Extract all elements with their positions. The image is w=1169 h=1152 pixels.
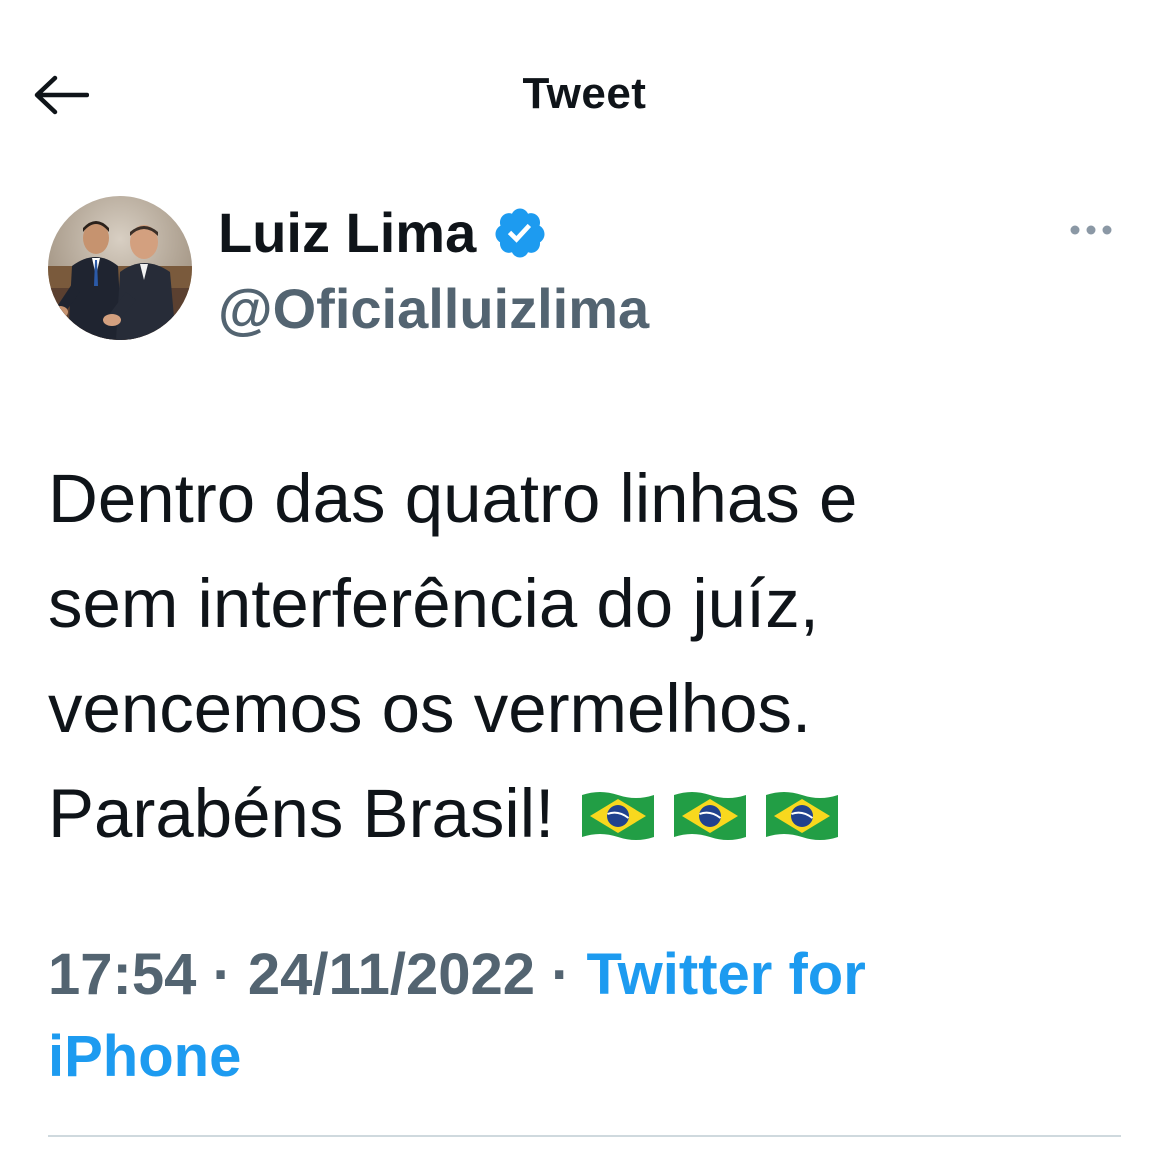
meta-separator: · (534, 942, 587, 1007)
tweet-author: Luiz Lima @Oficialluizlima (48, 196, 1121, 346)
verified-badge-icon (492, 205, 548, 261)
divider (48, 1135, 1121, 1137)
tweet-date: 24/11/2022 (247, 942, 535, 1007)
top-bar: Tweet (0, 0, 1169, 190)
brazil-flag-emoji (674, 792, 747, 840)
avatar[interactable] (48, 196, 192, 340)
user-handle[interactable]: @Oficialluizlima (218, 276, 649, 342)
page-title: Tweet (522, 69, 647, 118)
emoji-group (554, 775, 840, 852)
tweet-meta: 17:54 · 24/11/2022 · Twitter for iPhone (48, 934, 1048, 1098)
tweet-text: Dentro das quatro linhas e sem interferê… (48, 446, 1128, 866)
display-name-row: Luiz Lima (218, 200, 548, 266)
brazil-flag-emoji (582, 792, 655, 840)
more-horizontal-icon (1070, 225, 1112, 235)
brazil-flag-emoji (766, 792, 839, 840)
tweet-time: 17:54 (48, 942, 197, 1007)
more-button[interactable] (1061, 210, 1121, 250)
meta-separator: · (196, 942, 248, 1007)
display-name[interactable]: Luiz Lima (218, 200, 476, 266)
